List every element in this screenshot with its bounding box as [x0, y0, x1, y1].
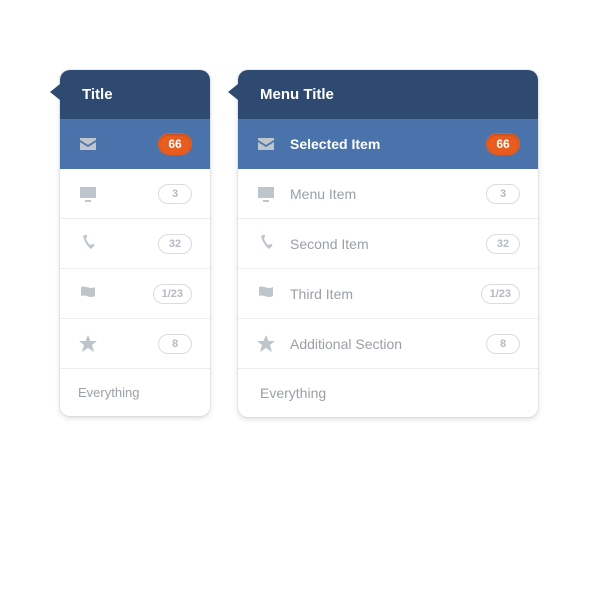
footer-link-everything[interactable]: Everything	[60, 369, 210, 416]
menu-panel-compact: Title 66 3 32 1/23 8 Everything	[60, 70, 210, 416]
count-badge: 66	[486, 133, 520, 155]
mail-icon	[78, 134, 98, 154]
panel-header: Title	[60, 70, 210, 119]
menu-item[interactable]: Additional Section 8	[238, 319, 538, 369]
menu-panel-expanded: Menu Title Selected Item 66 Menu Item 3 …	[238, 70, 538, 417]
menu-item[interactable]: Menu Item 3	[238, 169, 538, 219]
menu-item-label: Third Item	[290, 286, 481, 302]
menu-item-phone[interactable]: 32	[60, 219, 210, 269]
count-badge: 3	[486, 184, 520, 204]
menu-item[interactable]: Third Item 1/23	[238, 269, 538, 319]
menu-item-mail[interactable]: 66	[60, 119, 210, 169]
count-badge: 66	[158, 133, 192, 155]
phone-icon	[78, 234, 98, 254]
star-icon	[256, 334, 276, 354]
count-badge: 8	[486, 334, 520, 354]
menu-item-label: Selected Item	[290, 136, 486, 152]
menu-item-label: Menu Item	[290, 186, 486, 202]
count-badge: 32	[486, 234, 520, 254]
star-icon	[78, 334, 98, 354]
phone-icon	[256, 234, 276, 254]
menu-item-selected[interactable]: Selected Item 66	[238, 119, 538, 169]
flag-icon	[78, 284, 98, 304]
mail-icon	[256, 134, 276, 154]
monitor-icon	[78, 184, 98, 204]
count-badge: 1/23	[153, 284, 192, 304]
panel-header: Menu Title	[238, 70, 538, 119]
count-badge: 32	[158, 234, 192, 254]
menu-item-flag[interactable]: 1/23	[60, 269, 210, 319]
count-badge: 3	[158, 184, 192, 204]
count-badge: 8	[158, 334, 192, 354]
menu-item[interactable]: Second Item 32	[238, 219, 538, 269]
flag-icon	[256, 284, 276, 304]
menu-item-monitor[interactable]: 3	[60, 169, 210, 219]
count-badge: 1/23	[481, 284, 520, 304]
menu-item-star[interactable]: 8	[60, 319, 210, 369]
menu-item-label: Second Item	[290, 236, 486, 252]
menu-item-label: Additional Section	[290, 336, 486, 352]
panel-title: Menu Title	[260, 86, 334, 103]
panel-title: Title	[82, 86, 113, 103]
monitor-icon	[256, 184, 276, 204]
footer-link-everything[interactable]: Everything	[238, 369, 538, 417]
